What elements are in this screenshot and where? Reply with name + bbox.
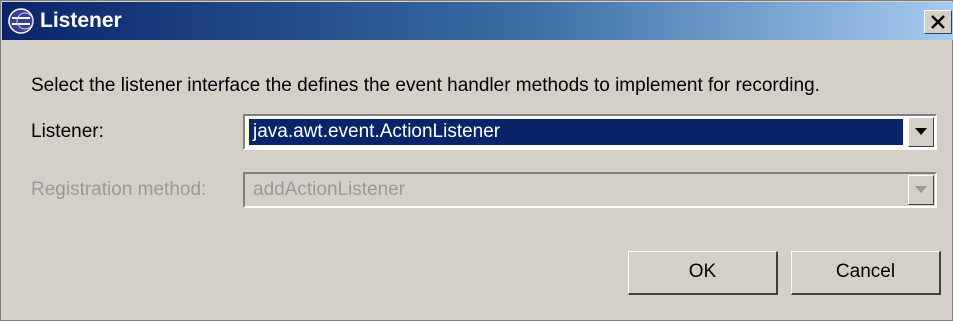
- registration-dropdown-button: [908, 175, 934, 205]
- close-button[interactable]: [924, 10, 952, 34]
- eclipse-app-icon: [7, 7, 35, 35]
- chevron-down-icon: [915, 186, 927, 193]
- ok-button[interactable]: OK: [628, 251, 778, 295]
- registration-method-value: addActionListener: [253, 179, 406, 200]
- cancel-button[interactable]: Cancel: [791, 251, 941, 295]
- registration-method-label: Registration method:: [31, 179, 207, 200]
- listener-combobox[interactable]: java.awt.event.ActionListener: [243, 114, 937, 150]
- close-icon: [931, 15, 945, 29]
- listener-selected-value[interactable]: java.awt.event.ActionListener: [248, 118, 904, 146]
- listener-label: Listener:: [31, 121, 104, 142]
- listener-dialog: Listener Select the listener interface t…: [0, 0, 953, 321]
- title-bar[interactable]: Listener: [2, 2, 953, 40]
- registration-method-combobox: addActionListener: [243, 172, 937, 208]
- dialog-title: Listener: [40, 9, 122, 32]
- instruction-text: Select the listener interface the define…: [31, 75, 820, 96]
- listener-dropdown-button[interactable]: [908, 117, 934, 147]
- chevron-down-icon: [915, 128, 927, 135]
